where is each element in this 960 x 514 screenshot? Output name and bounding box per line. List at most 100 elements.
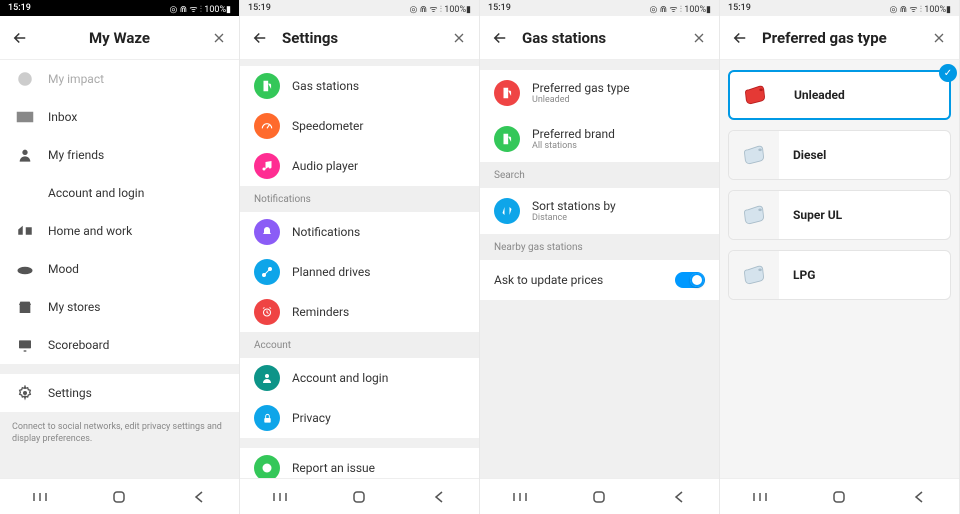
status-bar: 15:19 ◎ ⋒ ᯤ ⫶ 100%▮ [0,0,239,16]
menu-stores[interactable]: My stores [0,288,239,326]
row-label: Planned drives [292,265,465,279]
report-icon [254,455,280,478]
back-icon[interactable] [490,28,510,48]
settings-audio[interactable]: Audio player [240,146,479,186]
settings-planned-drives[interactable]: Planned drives [240,252,479,292]
back-icon[interactable] [730,28,750,48]
screen-gas-type: 15:19 ◎ ⋒ ᯤ ⫶ 100%▮ Preferred gas type U… [720,0,960,514]
android-nav [0,478,239,514]
nav-back[interactable] [904,487,934,507]
screen-gas-stations: 15:19 ◎ ⋒ ᯤ ⫶ 100%▮ Gas stations Preferr… [480,0,720,514]
clock-icon [254,299,280,325]
close-icon[interactable] [929,28,949,48]
nav-home[interactable] [584,487,614,507]
menu-mood[interactable]: Mood [0,250,239,288]
account-icon [14,182,36,204]
settings-speedometer[interactable]: Speedometer [240,106,479,146]
nav-recents[interactable] [745,487,775,507]
back-icon[interactable] [250,28,270,48]
row-sub: All stations [532,141,615,151]
status-bar: 15:19 ◎ ⋒ ᯤ ⫶ 100%▮ [240,0,479,16]
row-main: Preferred brand [532,127,615,141]
option-super-ul[interactable]: Super UL [728,190,951,240]
settings-notifications[interactable]: Notifications [240,212,479,252]
titlebar: Gas stations [480,16,719,60]
section-nearby: Nearby gas stations [480,234,719,260]
ask-update-prices[interactable]: Ask to update prices [480,260,719,300]
option-lpg[interactable]: LPG [728,250,951,300]
sort-stations[interactable]: Sort stations by Distance [480,188,719,234]
status-bar: 15:19 ◎ ⋒ ᯤ ⫶ 100%▮ [720,0,959,16]
nav-recents[interactable] [265,487,295,507]
section-search: Search [480,162,719,188]
fuel-can-icon [729,191,779,239]
menu-home-work[interactable]: Home and work [0,212,239,250]
menu-account[interactable]: Account and login [0,174,239,212]
scoreboard-icon [14,334,36,356]
preferred-brand[interactable]: Preferred brand All stations [480,116,719,162]
settings-reminders[interactable]: Reminders [240,292,479,332]
fuel-can-icon [729,251,779,299]
settings-gas-stations[interactable]: Gas stations [240,66,479,106]
settings-hint: Connect to social networks, edit privacy… [0,412,239,455]
option-diesel[interactable]: Diesel [728,130,951,180]
settings-account-login[interactable]: Account and login [240,358,479,398]
status-right: ◎ ⋒ ᯤ ⫶ 100%▮ [409,2,471,15]
person-icon [14,144,36,166]
gap [0,364,239,374]
menu-label: My friends [48,148,225,162]
gas-type-options: Unleaded ✓ Diesel Super UL LPG [720,60,959,478]
option-unleaded[interactable]: Unleaded ✓ [728,70,951,120]
settings-list: Gas stations Speedometer Audio player No… [240,60,479,478]
toggle-switch[interactable] [675,272,705,288]
row-label: Speedometer [292,119,465,133]
screen-my-waze: 15:19 ◎ ⋒ ᯤ ⫶ 100%▮ My Waze My impact In… [0,0,240,514]
row-label: Notifications [292,225,465,239]
back-icon[interactable] [10,28,30,48]
close-icon[interactable] [449,28,469,48]
nav-recents[interactable] [25,487,55,507]
lock-icon [254,405,280,431]
gap [240,438,479,448]
nav-back[interactable] [184,487,214,507]
mood-icon [14,258,36,280]
pump-icon [494,80,520,106]
menu-settings[interactable]: Settings [0,374,239,412]
menu-inbox[interactable]: Inbox [0,98,239,136]
nav-home[interactable] [344,487,374,507]
status-time: 15:19 [248,3,271,13]
menu-list: My impact Inbox My friends Account and l… [0,60,239,478]
nav-back[interactable] [424,487,454,507]
status-right: ◎ ⋒ ᯤ ⫶ 100%▮ [889,2,951,15]
close-icon[interactable] [689,28,709,48]
settings-report-issue[interactable]: Report an issue [240,448,479,478]
status-right: ◎ ⋒ ᯤ ⫶ 100%▮ [649,2,711,15]
close-icon[interactable] [209,28,229,48]
page-title: Preferred gas type [762,29,929,47]
row-sub: Distance [532,213,616,223]
titlebar: My Waze [0,16,239,60]
page-title: Gas stations [522,29,689,47]
nav-home[interactable] [104,487,134,507]
section-account: Account [240,332,479,358]
menu-label: Settings [48,386,225,400]
menu-label: Account and login [48,186,225,200]
android-nav [240,478,479,514]
nav-home[interactable] [824,487,854,507]
menu-my-impact[interactable]: My impact [0,60,239,98]
row-label: Gas stations [292,79,465,93]
status-time: 15:19 [728,3,751,13]
pump-icon [254,73,280,99]
music-icon [254,153,280,179]
pump-icon [494,126,520,152]
menu-friends[interactable]: My friends [0,136,239,174]
settings-privacy[interactable]: Privacy [240,398,479,438]
menu-label: Scoreboard [48,338,225,352]
nav-recents[interactable] [505,487,535,507]
nav-back[interactable] [664,487,694,507]
row-label: Audio player [292,159,465,173]
preferred-gas-type[interactable]: Preferred gas type Unleaded [480,70,719,116]
toggle-label: Ask to update prices [494,273,675,287]
menu-label: My stores [48,300,225,314]
menu-scoreboard[interactable]: Scoreboard [0,326,239,364]
